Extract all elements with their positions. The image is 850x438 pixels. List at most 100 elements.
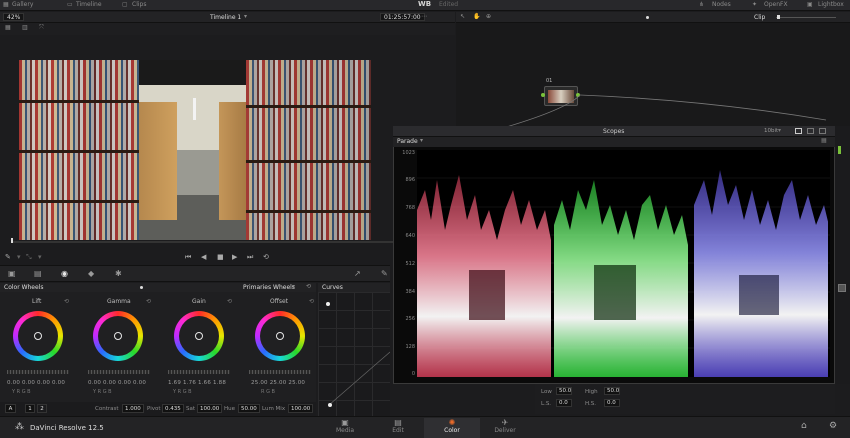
gain-wheel-handle[interactable] bbox=[195, 332, 203, 340]
low-soft-field[interactable]: 0.0 bbox=[556, 399, 572, 407]
skip-end-button[interactable]: ⏭ bbox=[247, 253, 253, 262]
curve-control-point-bottom[interactable] bbox=[328, 403, 332, 407]
qualifier-icon[interactable]: ✎ bbox=[381, 269, 388, 278]
clips-tab[interactable]: Clips bbox=[132, 1, 146, 8]
zoom-dropdown[interactable]: 42% bbox=[3, 13, 25, 21]
video-viewer[interactable] bbox=[19, 60, 371, 240]
zoom-slider-handle[interactable] bbox=[646, 16, 649, 19]
reset-icon[interactable]: ⟲ bbox=[64, 298, 69, 305]
curves-tool-icon[interactable]: ↗ bbox=[354, 269, 361, 278]
edit-page-tab[interactable]: ▤ Edit bbox=[370, 418, 426, 438]
nodes-icon[interactable]: ⋔ bbox=[699, 1, 704, 8]
auto-balance-button[interactable]: A bbox=[5, 404, 16, 413]
gamma-wheel-handle[interactable] bbox=[114, 332, 122, 340]
stop-button[interactable]: ■ bbox=[217, 253, 224, 261]
scopes-titlebar[interactable]: Scopes 10bit ▾ bbox=[393, 126, 835, 137]
scope-type-dropdown[interactable]: Parade bbox=[397, 138, 418, 145]
chevron-down-icon[interactable]: ▾ bbox=[17, 253, 21, 261]
lift-wheel-handle[interactable] bbox=[34, 332, 42, 340]
timeline-name[interactable]: Timeline 1 bbox=[210, 14, 241, 21]
offset-wheel-handle[interactable] bbox=[276, 332, 284, 340]
pen-icon[interactable]: ✎ bbox=[5, 253, 11, 261]
node-zoom-track[interactable] bbox=[776, 17, 836, 18]
media-page-tab[interactable]: ▣ Media bbox=[317, 418, 373, 438]
gain-wheel[interactable] bbox=[174, 311, 224, 361]
single-scope-layout-icon[interactable] bbox=[795, 128, 802, 134]
chevron-down-icon[interactable]: ▾ bbox=[292, 283, 295, 290]
gamma-wheel[interactable] bbox=[93, 311, 143, 361]
home-icon[interactable]: ⌂ bbox=[801, 421, 807, 431]
timeline-icon[interactable]: ▭ bbox=[67, 1, 73, 8]
node-mode-dropdown[interactable]: Clip bbox=[754, 14, 765, 21]
wheels-mode-dropdown[interactable]: Primaries Wheels bbox=[243, 284, 295, 291]
page-1-button[interactable]: 1 bbox=[25, 404, 35, 413]
deliver-page-tab[interactable]: ✈ Deliver bbox=[477, 418, 533, 438]
hue-field[interactable]: 50.00 bbox=[238, 404, 260, 413]
contrast-field[interactable]: 1.000 bbox=[122, 404, 144, 413]
gallery-icon[interactable]: ▦ bbox=[3, 1, 9, 8]
reset-icon[interactable]: ⟲ bbox=[227, 298, 232, 305]
pointer-icon[interactable]: ↖ bbox=[460, 13, 465, 20]
reset-icon[interactable]: ⟲ bbox=[309, 298, 314, 305]
reverse-button[interactable]: ◀ bbox=[201, 253, 206, 261]
bit-depth-dropdown[interactable]: 10bit bbox=[764, 128, 778, 134]
nodes-tab[interactable]: Nodes bbox=[712, 1, 731, 8]
openfx-tab[interactable]: OpenFX bbox=[764, 1, 788, 8]
gain-master-slider[interactable] bbox=[168, 370, 230, 374]
curves-editor[interactable] bbox=[318, 292, 390, 416]
chevron-down-icon[interactable]: ▾ bbox=[244, 13, 247, 20]
chevron-down-icon[interactable]: ▾ bbox=[38, 253, 42, 261]
low-field[interactable]: 50.0 bbox=[556, 387, 572, 395]
color-match-icon[interactable]: ▤ bbox=[34, 269, 42, 278]
pivot-field[interactable]: 0.435 bbox=[162, 404, 184, 413]
gamma-values[interactable]: 0.00 0.00 0.00 0.00 bbox=[88, 380, 146, 386]
skip-start-button[interactable]: ⏮ bbox=[185, 253, 191, 262]
loop-button[interactable]: ⟲ bbox=[263, 253, 269, 261]
curve-control-point-top[interactable] bbox=[326, 302, 330, 306]
offset-master-slider[interactable] bbox=[249, 370, 311, 374]
clips-icon[interactable]: ▢ bbox=[122, 1, 128, 8]
hand-icon[interactable]: ✋ bbox=[473, 13, 480, 20]
transform-icon[interactable]: ⤧ bbox=[39, 24, 44, 32]
saturation-field[interactable]: 100.00 bbox=[197, 404, 223, 413]
rgb-mixer-icon[interactable]: ◆ bbox=[88, 269, 94, 278]
scope-settings-icon[interactable]: ▦ bbox=[821, 137, 827, 144]
scroll-handle[interactable] bbox=[838, 284, 846, 292]
chevron-down-icon[interactable]: ▾ bbox=[778, 127, 781, 134]
offset-wheel[interactable] bbox=[255, 311, 305, 361]
lift-wheel[interactable] bbox=[13, 311, 63, 361]
lightbox-tab[interactable]: Lightbox bbox=[818, 1, 844, 8]
dual-scope-layout-icon[interactable] bbox=[807, 128, 814, 134]
motion-effects-icon[interactable]: ✱ bbox=[115, 269, 122, 278]
chevron-down-icon[interactable]: ▾ bbox=[420, 137, 423, 144]
gain-values[interactable]: 1.69 1.76 1.66 1.88 bbox=[168, 380, 226, 386]
gamma-master-slider[interactable] bbox=[88, 370, 150, 374]
lift-master-slider[interactable] bbox=[7, 370, 69, 374]
node-zoom-handle[interactable] bbox=[777, 15, 780, 19]
zoom-icon[interactable]: ⊕ bbox=[486, 13, 491, 20]
color-wheels-icon[interactable]: ◉ bbox=[61, 269, 68, 278]
play-button[interactable]: ▶ bbox=[232, 253, 237, 261]
color-page-tab[interactable]: ✺ Color bbox=[424, 418, 480, 438]
grid-icon[interactable]: ▦ bbox=[5, 24, 11, 31]
split-icon[interactable]: ▥ bbox=[22, 24, 28, 31]
timecode-display[interactable]: 01:25:57:00 bbox=[380, 13, 425, 21]
options-icon[interactable]: ⋯ bbox=[421, 13, 427, 20]
high-field[interactable]: 50.0 bbox=[604, 387, 620, 395]
reset-icon[interactable]: ⟲ bbox=[306, 283, 311, 290]
reset-icon[interactable]: ⟲ bbox=[146, 298, 151, 305]
lum-mix-field[interactable]: 100.00 bbox=[288, 404, 314, 413]
offset-values[interactable]: 25.00 25.00 25.00 bbox=[251, 380, 305, 386]
gallery-tab[interactable]: Gallery bbox=[12, 1, 33, 8]
page-2-button[interactable]: 2 bbox=[37, 404, 47, 413]
timeline-tab[interactable]: Timeline bbox=[76, 1, 102, 8]
quad-scope-layout-icon[interactable] bbox=[819, 128, 826, 134]
lift-values[interactable]: 0.00 0.00 0.00 0.00 bbox=[7, 380, 65, 386]
transform-tool-icon[interactable]: ⤡ bbox=[26, 253, 32, 262]
openfx-icon[interactable]: ✦ bbox=[752, 1, 757, 8]
camera-raw-icon[interactable]: ▣ bbox=[8, 269, 16, 278]
high-soft-field[interactable]: 0.0 bbox=[604, 399, 620, 407]
gear-icon[interactable]: ⚙ bbox=[829, 421, 837, 431]
deliver-icon: ✈ bbox=[501, 418, 509, 427]
lightbox-icon[interactable]: ▣ bbox=[807, 1, 813, 8]
